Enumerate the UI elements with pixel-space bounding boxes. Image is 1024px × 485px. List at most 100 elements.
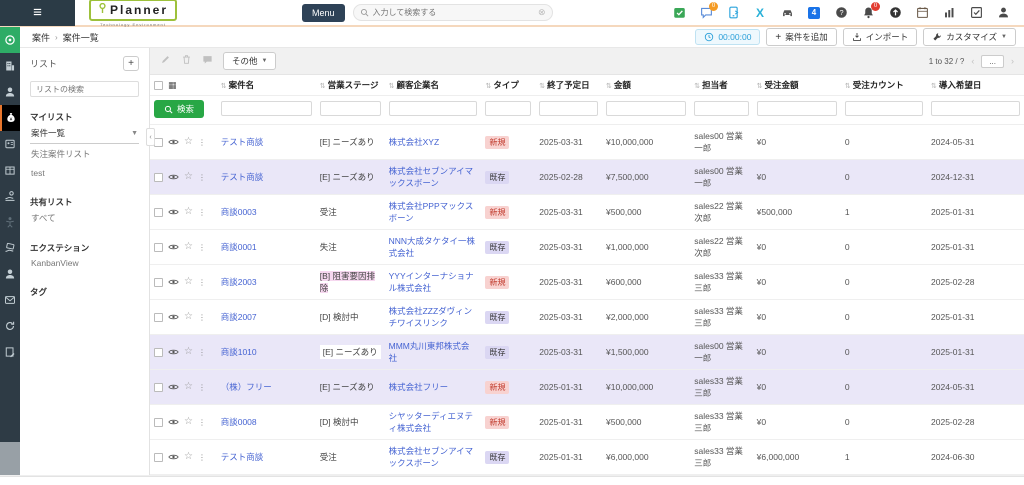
rail-contacts-icon[interactable] [0,79,20,105]
row-checkbox[interactable] [154,243,163,252]
star-icon[interactable]: ☆ [184,347,193,357]
star-icon[interactable]: ☆ [184,312,193,322]
row-checkbox[interactable] [154,278,163,287]
list-search-input[interactable] [30,81,139,97]
sort-icon[interactable]: ⇅ [757,83,763,90]
kebab-menu-icon[interactable]: ⋮ [198,383,206,392]
rail-quote-icon[interactable] [0,235,20,261]
eye-icon[interactable] [168,208,179,216]
row-checkbox[interactable] [154,383,163,392]
kebab-menu-icon[interactable]: ⋮ [198,208,206,217]
sort-icon[interactable]: ⇅ [221,83,227,90]
star-icon[interactable]: ☆ [184,452,193,462]
eye-icon[interactable] [168,348,179,356]
row-checkbox[interactable] [154,418,163,427]
company-link[interactable]: MMM丸川東邦株式会社 [389,341,470,363]
star-icon[interactable]: ☆ [184,207,193,217]
case-name-link[interactable]: テスト商談 [221,172,264,182]
global-search-input[interactable] [373,8,534,17]
rail-deals-icon[interactable]: ¥ [0,105,20,131]
check-square-icon[interactable] [969,6,983,20]
filter-order-amount-input[interactable] [757,101,837,116]
rail-home-icon[interactable] [0,27,20,53]
clear-search-icon[interactable]: ⊗ [538,7,546,18]
filter-name-input[interactable] [221,101,312,116]
star-icon[interactable]: ☆ [184,277,193,287]
four-app-icon[interactable]: 4 [807,6,821,20]
col-header-order-amount[interactable]: 受注金額 [765,80,799,90]
mobile-device-icon[interactable] [726,6,740,20]
case-name-link[interactable]: 商談1010 [221,347,257,357]
kebab-menu-icon[interactable]: ⋮ [198,138,206,147]
case-name-link[interactable]: 商談0003 [221,207,257,217]
sort-icon[interactable]: ⇅ [485,83,491,90]
filter-owner-input[interactable] [694,101,748,116]
filter-type-input[interactable] [485,101,531,116]
sidebar-collapse-button[interactable]: ‹ [146,128,155,146]
case-name-link[interactable]: 商談0008 [221,417,257,427]
sort-icon[interactable]: ⇅ [389,83,395,90]
col-header-amount[interactable]: 金額 [614,80,631,90]
rail-report-icon[interactable] [0,339,20,365]
eye-icon[interactable] [168,243,179,251]
company-link[interactable]: 株式会社ZZZダヴィンチワイスリンク [389,306,473,328]
page-more-button[interactable]: ... [981,55,1004,68]
case-name-link[interactable]: テスト商談 [221,137,264,147]
eye-icon[interactable] [168,313,179,321]
breadcrumb-cases[interactable]: 案件 [32,31,50,44]
filter-stage-input[interactable] [320,101,381,116]
filter-amount-input[interactable] [606,101,686,116]
company-link[interactable]: 株式会社セブンアイマックスボーン [389,166,474,188]
company-link[interactable]: 株式会社セブンアイマックスボーン [389,446,474,468]
sort-icon[interactable]: ⇅ [606,83,612,90]
row-checkbox[interactable] [154,208,163,217]
eye-icon[interactable] [168,278,179,286]
eye-icon[interactable] [168,383,179,391]
eye-icon[interactable] [168,418,179,426]
row-checkbox[interactable] [154,453,163,462]
rail-products-icon[interactable] [0,157,20,183]
bell-icon[interactable]: 0 [861,6,875,20]
sort-icon[interactable]: ⇅ [931,83,937,90]
kebab-menu-icon[interactable]: ⋮ [198,418,206,427]
rail-users-icon[interactable] [0,261,20,287]
rail-company-icon[interactable] [0,53,20,79]
company-link[interactable]: YYYインターナショナル株式会社 [389,271,474,293]
add-list-button[interactable]: + [123,56,139,71]
column-chooser-icon[interactable]: ▦ [168,80,177,91]
col-header-owner[interactable]: 担当者 [702,80,728,90]
rail-card-icon[interactable] [0,131,20,157]
menu-button[interactable]: Menu [302,4,345,22]
col-header-type[interactable]: タイプ [493,80,519,90]
kebab-menu-icon[interactable]: ⋮ [198,453,206,462]
x-app-icon[interactable]: X [753,6,767,20]
user-icon[interactable] [996,6,1010,20]
star-icon[interactable]: ☆ [184,382,193,392]
row-checkbox[interactable] [154,138,163,147]
rail-sync-icon[interactable] [0,313,20,339]
filter-company-input[interactable] [389,101,478,116]
sort-icon[interactable]: ⇅ [845,83,851,90]
company-link[interactable]: 株式会社PPPマックスボーン [389,201,474,223]
import-button[interactable]: インポート [843,28,918,46]
col-header-end-date[interactable]: 終了予定日 [547,80,590,90]
table-search-button[interactable]: 検索 [154,100,204,118]
case-name-link[interactable]: 商談2007 [221,312,257,322]
sort-icon[interactable]: ⇅ [320,83,326,90]
kebab-menu-icon[interactable]: ⋮ [198,313,206,322]
rail-sales-icon[interactable] [0,183,20,209]
sidebar-item-case-list[interactable]: 案件一覧 ▼ [30,123,139,144]
sidebar-item-lost-cases[interactable]: 失注案件リスト [30,144,139,164]
row-checkbox[interactable] [154,173,163,182]
hamburger-icon[interactable]: ≡ [0,0,75,26]
filter-wish-date-input[interactable] [931,101,1020,116]
filter-order-count-input[interactable] [845,101,923,116]
comment-icon[interactable] [202,54,213,68]
star-icon[interactable]: ☆ [184,172,193,182]
filter-end-date-input[interactable] [539,101,598,116]
sidebar-item-test[interactable]: test [30,164,139,182]
bottom-scrollbar-track[interactable] [0,476,1024,485]
eye-icon[interactable] [168,138,179,146]
prev-page-icon[interactable]: ‹ [971,56,974,66]
col-header-company[interactable]: 顧客企業名 [396,80,439,90]
